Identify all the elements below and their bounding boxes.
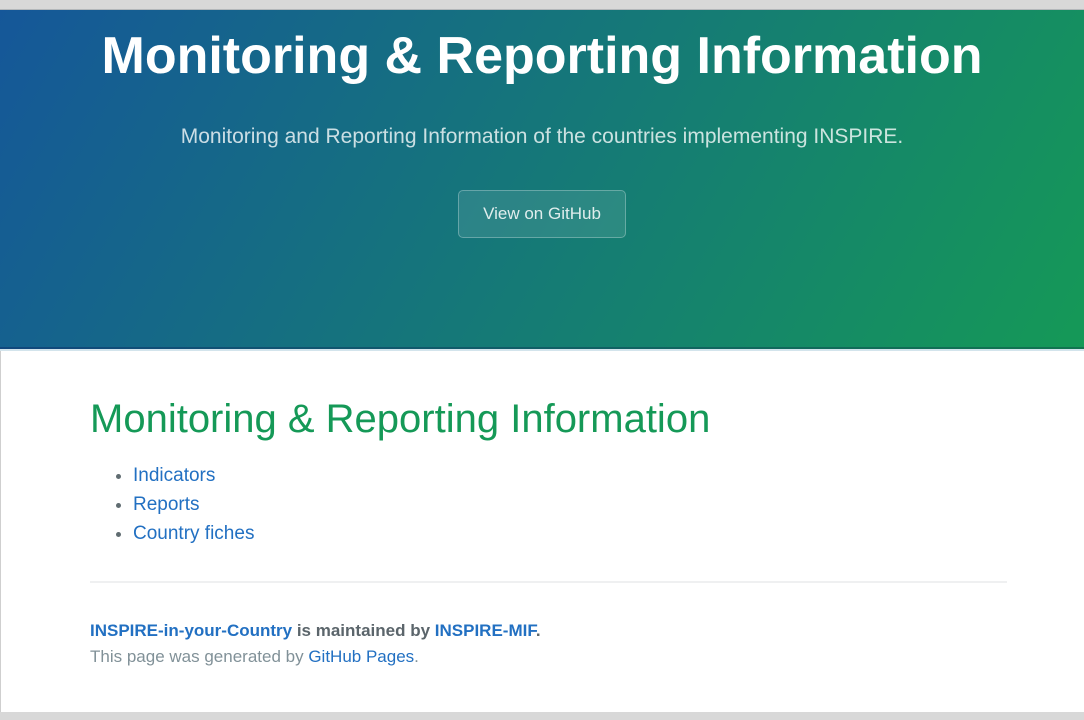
footer-credits-text: This page was generated by [90,647,308,666]
window-frame-top [0,0,1084,10]
footer-owner-suffix: . [536,621,541,640]
page-header: Monitoring & Reporting Information Monit… [0,10,1084,349]
site-footer: INSPIRE-in-your-Country is maintained by… [90,583,1007,670]
page-title: Monitoring & Reporting Information [90,395,1007,443]
reports-link[interactable]: Reports [133,494,200,515]
footer-credits-suffix: . [414,647,419,666]
footer-owner-line: INSPIRE-in-your-Country is maintained by… [90,618,1007,644]
maintainer-link[interactable]: INSPIRE-MIF [435,621,536,640]
project-tagline: Monitoring and Reporting Information of … [0,121,1084,153]
list-item: Country fiches [133,519,1007,548]
footer-credits-line: This page was generated by GitHub Pages. [90,644,1007,670]
country-fiches-link[interactable]: Country fiches [133,523,254,544]
main-content: Monitoring & Reporting Information Indic… [1,351,1007,670]
main-content-section: Monitoring & Reporting Information Indic… [0,351,1084,712]
content-link-list: Indicators Reports Country fiches [90,461,1007,548]
owner-link[interactable]: INSPIRE-in-your-Country [90,621,292,640]
footer-owner-text: is maintained by [292,621,435,640]
list-item: Indicators [133,461,1007,490]
project-title: Monitoring & Reporting Information [0,25,1084,87]
view-on-github-button[interactable]: View on GitHub [458,190,626,238]
indicators-link[interactable]: Indicators [133,465,215,486]
header-button-row: View on GitHub [0,153,1084,238]
github-pages-link[interactable]: GitHub Pages [308,647,414,666]
list-item: Reports [133,490,1007,519]
